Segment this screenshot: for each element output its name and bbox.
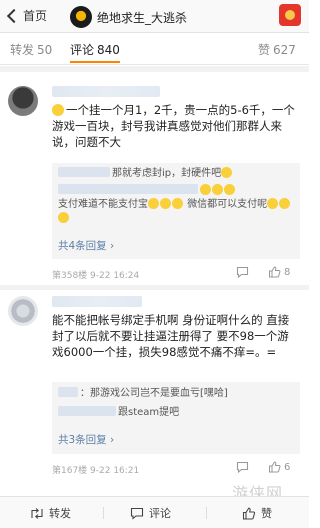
- emoji-icon: [148, 198, 159, 209]
- comment-button[interactable]: 评论: [130, 505, 171, 521]
- tab-likes-label: 赞: [258, 43, 271, 57]
- comment-meta: 第358楼 9-22 16:24: [52, 271, 140, 281]
- emoji-icon: [212, 184, 223, 195]
- like-button[interactable]: 6: [268, 461, 290, 473]
- reply-button[interactable]: [236, 461, 249, 473]
- username[interactable]: [52, 86, 160, 97]
- emoji-icon: [52, 104, 64, 116]
- repost-icon: [31, 507, 43, 519]
- comment-bubble-icon: [236, 266, 249, 278]
- emoji-icon: [267, 198, 279, 209]
- like-button[interactable]: 8: [268, 266, 290, 278]
- like-label: 赞: [261, 507, 272, 520]
- bottom-action-bar: 转发 评论 赞: [0, 496, 309, 528]
- chevron-right-icon: ›: [110, 434, 115, 446]
- emoji-icon: [58, 212, 69, 223]
- comment-item: 一个挂一个月1，2千，贵一点的5-6千，一个游戏一百块，封号我讲真感觉对他们那群…: [0, 72, 309, 285]
- like-post-button[interactable]: 赞: [242, 505, 272, 521]
- page-title-text: 绝地求生_大逃杀: [97, 10, 188, 25]
- back-button[interactable]: 首页: [6, 7, 47, 24]
- comment-text: 能不能把帐号绑定手机啊 身份证啊什么的 直接封了以后就不要让挂逼注册得了 要不9…: [52, 313, 290, 359]
- reply-username: [58, 184, 198, 194]
- like-count: 8: [284, 266, 291, 278]
- tab-repost-label: 转发: [10, 43, 35, 57]
- reply-box[interactable]: 那就考虑封ip，封硬件吧 支付难道不能支付宝 微信都可以支付呢 共4条回复 ›: [52, 163, 300, 259]
- emoji-icon: [224, 184, 235, 195]
- divider: [103, 507, 104, 519]
- more-replies-label: 共3条回复: [58, 434, 107, 446]
- account-avatar: [70, 6, 92, 28]
- comment-bubble-icon: [130, 507, 144, 520]
- tab-bar: 转发 50 评论 840 赞 627: [0, 33, 309, 65]
- comment-text: 一个挂一个月1，2千，贵一点的5-6千，一个游戏一百块，封号我讲真感觉对他们那群…: [52, 102, 300, 150]
- more-replies-link[interactable]: 共4条回复 ›: [58, 238, 114, 253]
- reply-text: 跟steam提吧: [118, 407, 180, 418]
- chevron-right-icon: ›: [110, 240, 115, 252]
- tab-repost-count: 50: [37, 43, 53, 57]
- top-nav-bar: 首页 绝地求生_大逃杀: [0, 0, 309, 33]
- back-label: 首页: [23, 9, 48, 23]
- tab-comments-count: 840: [97, 43, 120, 57]
- avatar[interactable]: [8, 86, 38, 116]
- tab-comments-label: 评论: [70, 43, 95, 57]
- page-title[interactable]: 绝地求生_大逃杀: [70, 6, 270, 28]
- reply-username: [58, 406, 116, 416]
- reply-text: ：那游戏公司岂不是要血亏[嘿哈]: [80, 388, 228, 399]
- emoji-icon: [172, 198, 183, 209]
- more-replies-label: 共4条回复: [58, 240, 107, 252]
- comment-label: 评论: [149, 507, 171, 520]
- reply-username: [58, 387, 78, 397]
- tab-repost[interactable]: 转发 50: [10, 41, 52, 58]
- reply-item: ：那游戏公司岂不是要血亏[嘿哈]: [58, 387, 294, 401]
- comment-item: 能不能把帐号绑定手机啊 身份证啊什么的 直接封了以后就不要让挂逼注册得了 要不9…: [0, 290, 309, 496]
- reply-username: [58, 167, 110, 177]
- emoji-icon: [221, 167, 233, 178]
- repost-button[interactable]: 转发: [30, 505, 71, 521]
- reply-box[interactable]: ：那游戏公司岂不是要血亏[嘿哈] 跟steam提吧 共3条回复 ›: [52, 382, 300, 454]
- reply-text: 支付难道不能支付宝: [58, 199, 148, 210]
- tab-likes[interactable]: 赞 627: [258, 41, 296, 58]
- thumbs-up-icon: [269, 461, 281, 473]
- emoji-icon: [200, 184, 211, 195]
- divider: [206, 507, 207, 519]
- reply-button[interactable]: [236, 266, 249, 278]
- username[interactable]: [52, 296, 142, 307]
- active-tab-indicator: [70, 61, 120, 63]
- reply-text: 那就考虑封ip，封硬件吧: [112, 168, 222, 179]
- reply-item: 那就考虑封ip，封硬件吧: [58, 167, 294, 181]
- chevron-left-icon: [6, 8, 22, 23]
- app-badge-icon[interactable]: [279, 4, 301, 26]
- emoji-icon: [279, 198, 291, 209]
- comment-body: 一个挂一个月1，2千，贵一点的5-6千，一个游戏一百块，封号我讲真感觉对他们那群…: [52, 103, 295, 149]
- repost-label: 转发: [49, 507, 71, 520]
- reply-text: 微信都可以支付呢: [187, 199, 268, 210]
- reply-item: 跟steam提吧: [58, 406, 294, 420]
- tab-comments[interactable]: 评论 840: [70, 41, 120, 58]
- comment-bubble-icon: [236, 461, 249, 473]
- comment-meta: 第167楼 9-22 16:21: [52, 466, 140, 476]
- emoji-icon: [160, 198, 171, 209]
- avatar[interactable]: [8, 296, 38, 326]
- thumbs-up-icon: [269, 266, 281, 278]
- tab-likes-count: 627: [273, 43, 296, 57]
- like-count: 6: [284, 461, 291, 473]
- thumbs-up-icon: [242, 507, 256, 520]
- more-replies-link[interactable]: 共3条回复 ›: [58, 432, 114, 447]
- reply-item: 支付难道不能支付宝 微信都可以支付呢: [58, 184, 294, 226]
